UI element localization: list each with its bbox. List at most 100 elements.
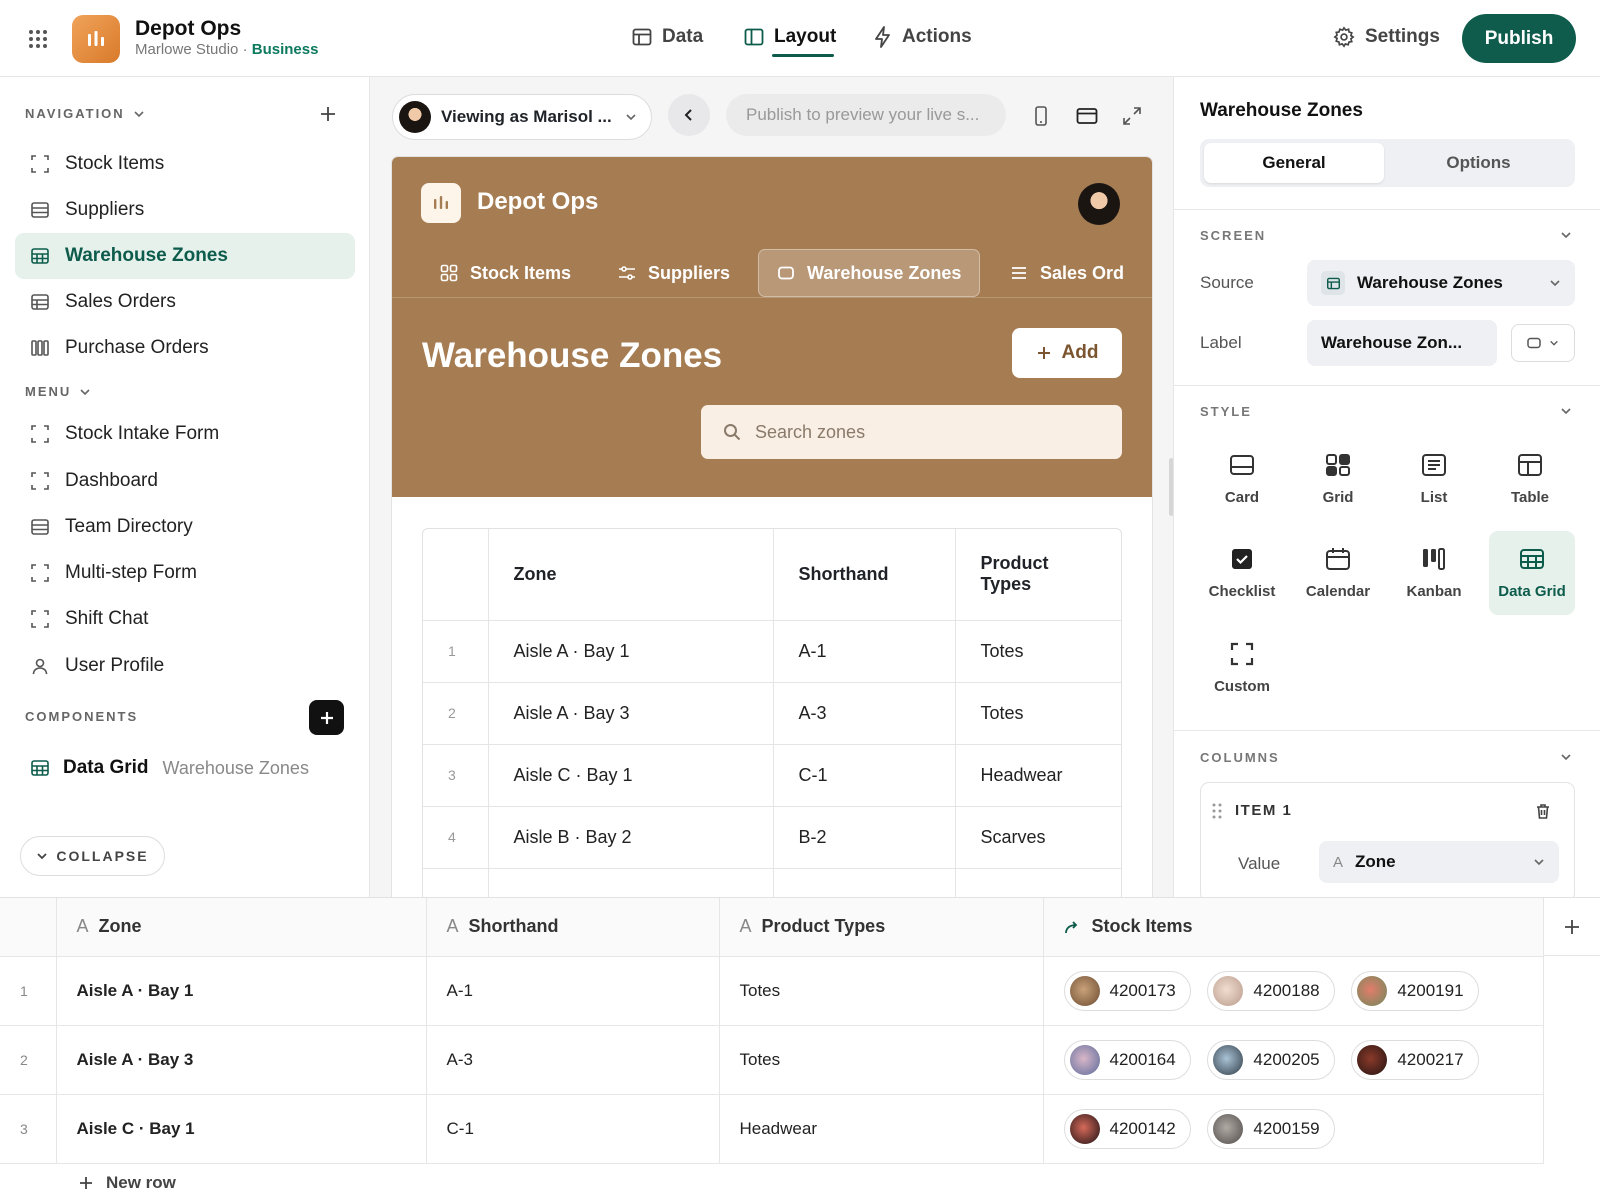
table-row[interactable]: 3 Aisle C · Bay 1 C-1 Headwear: [423, 744, 1121, 807]
style-option-grid[interactable]: Grid: [1295, 437, 1381, 521]
label-icon-picker[interactable]: [1511, 324, 1575, 362]
style-option-custom[interactable]: Custom: [1199, 626, 1285, 710]
preview-avatar[interactable]: [1078, 183, 1120, 225]
stock-item-chip[interactable]: 4200173: [1063, 970, 1191, 1011]
sidebar-item-dashboard[interactable]: Dashboard: [15, 458, 355, 504]
data-grid-icon: [1519, 547, 1545, 571]
sidebar-item-multi-step-form[interactable]: Multi-step Form: [15, 550, 355, 596]
collapse-button[interactable]: COLLAPSE: [20, 836, 165, 876]
grid-header-shorthand[interactable]: A Shorthand: [426, 898, 720, 957]
label-label: Label: [1200, 333, 1242, 352]
style-option-checklist[interactable]: Checklist: [1199, 531, 1285, 615]
style-option-data-grid[interactable]: Data Grid: [1489, 531, 1575, 615]
column-header[interactable]: Product Types: [955, 529, 1121, 621]
table-row[interactable]: 2 Aisle A · Bay 3 A-3 Totes: [423, 682, 1121, 745]
sidebar-item-team-directory[interactable]: Team Directory: [15, 504, 355, 550]
stock-item-chip[interactable]: 4200217: [1351, 1039, 1479, 1080]
chevron-down-icon: [133, 108, 145, 120]
table-icon: [1517, 453, 1543, 477]
new-row-button[interactable]: New row: [78, 1173, 176, 1193]
stock-item-chip[interactable]: 4200188: [1207, 970, 1335, 1011]
tab-general[interactable]: General: [1204, 143, 1384, 183]
add-column-button[interactable]: [1544, 898, 1600, 956]
style-option-kanban[interactable]: Kanban: [1391, 531, 1477, 615]
tab-options[interactable]: Options: [1386, 143, 1571, 183]
tab-data[interactable]: Data: [632, 26, 703, 48]
columns-section-header[interactable]: COLUMNS: [1200, 750, 1280, 765]
chevron-down-icon[interactable]: [1560, 405, 1572, 417]
viewing-as-dropdown[interactable]: Viewing as Marisol ...: [392, 94, 652, 140]
table-row[interactable]: 1 Aisle A · Bay 1 A-1 Totes 4200173 4200…: [0, 956, 1544, 1026]
plus-icon: [320, 711, 333, 724]
preview-tab-stock-items[interactable]: Stock Items: [440, 249, 571, 297]
style-option-card[interactable]: Card: [1199, 437, 1285, 521]
source-select[interactable]: Warehouse Zones: [1307, 260, 1575, 306]
square-icon: [777, 264, 795, 282]
column-header[interactable]: Zone: [488, 529, 774, 621]
grid-table-icon: [31, 759, 49, 777]
chevron-down-icon[interactable]: [1560, 229, 1572, 241]
avatar: [399, 101, 431, 133]
component-item-data-grid[interactable]: Data Grid Warehouse Zones: [31, 757, 309, 779]
preview-tab-suppliers[interactable]: Suppliers: [618, 249, 730, 297]
stock-items-cell[interactable]: 4200142 4200159: [1043, 1094, 1544, 1164]
app-grid-icon[interactable]: [28, 29, 48, 49]
style-option-list[interactable]: List: [1391, 437, 1477, 521]
table-row[interactable]: 1 Aisle A · Bay 1 A-1 Totes: [423, 620, 1121, 683]
chevron-down-icon: [1549, 277, 1561, 289]
value-select[interactable]: A Zone: [1319, 841, 1559, 883]
drag-handle-icon[interactable]: [1212, 803, 1222, 819]
table-row[interactable]: 3 Aisle C · Bay 1 C-1 Headwear 4200142 4…: [0, 1094, 1544, 1164]
mobile-view-icon[interactable]: [1032, 106, 1050, 126]
menu-section-header[interactable]: MENU: [25, 384, 91, 399]
grid-header-zone[interactable]: A Zone: [56, 898, 427, 957]
sidebar-item-shift-chat[interactable]: Shift Chat: [15, 596, 355, 642]
stock-item-chip[interactable]: 4200205: [1207, 1039, 1335, 1080]
preview-tab-warehouse-zones[interactable]: Warehouse Zones: [758, 249, 981, 297]
column-header[interactable]: Shorthand: [773, 529, 956, 621]
stock-item-chip[interactable]: 4200142: [1063, 1108, 1191, 1149]
sidebar-item-sales-orders[interactable]: Sales Orders: [15, 279, 355, 325]
expand-icon[interactable]: [1122, 106, 1142, 126]
tab-actions[interactable]: Actions: [874, 26, 972, 48]
sidebar-item-stock-items[interactable]: Stock Items: [15, 141, 355, 187]
style-section-header[interactable]: STYLE: [1200, 404, 1252, 419]
stock-items-cell[interactable]: 4200173 4200188 4200191: [1043, 956, 1544, 1026]
search-input[interactable]: Search zones: [701, 405, 1122, 459]
table-row[interactable]: [423, 868, 1121, 897]
kanban-icon: [31, 339, 49, 357]
sidebar-item-warehouse-zones[interactable]: Warehouse Zones: [15, 233, 355, 279]
desktop-view-icon[interactable]: [1076, 106, 1098, 126]
sidebar-item-stock-intake-form[interactable]: Stock Intake Form: [15, 411, 355, 457]
stock-item-chip[interactable]: 4200191: [1351, 970, 1479, 1011]
stock-item-chip[interactable]: 4200159: [1207, 1108, 1335, 1149]
app-icon[interactable]: [72, 15, 120, 63]
preview-tab-sales-orders[interactable]: Sales Ord: [1010, 249, 1124, 297]
table-row[interactable]: 4 Aisle B · Bay 2 B-2 Scarves: [423, 806, 1121, 869]
sidebar-item-user-profile[interactable]: User Profile: [15, 643, 355, 689]
add-component-button[interactable]: [309, 700, 344, 735]
stock-items-cell[interactable]: 4200164 4200205 4200217: [1043, 1025, 1544, 1095]
bolt-icon: [874, 26, 892, 48]
settings-button[interactable]: Settings: [1333, 26, 1440, 48]
label-input[interactable]: Warehouse Zon...: [1307, 320, 1497, 366]
chevron-down-icon[interactable]: [1560, 751, 1572, 763]
screen-section-header[interactable]: SCREEN: [1200, 228, 1266, 243]
grid-header-product-types[interactable]: A Product Types: [719, 898, 1044, 957]
publish-button[interactable]: Publish: [1462, 14, 1576, 63]
stock-item-chip[interactable]: 4200164: [1063, 1039, 1191, 1080]
trash-icon[interactable]: [1536, 803, 1550, 819]
menu-icon: [1010, 264, 1028, 282]
tab-layout[interactable]: Layout: [744, 26, 836, 57]
add-navigation-icon[interactable]: [318, 104, 338, 124]
style-option-table[interactable]: Table: [1487, 437, 1573, 521]
sidebar-item-purchase-orders[interactable]: Purchase Orders: [15, 325, 355, 371]
preview-url-bar[interactable]: Publish to preview your live s...: [726, 94, 1006, 136]
add-button[interactable]: Add: [1012, 328, 1122, 378]
style-option-calendar[interactable]: Calendar: [1295, 531, 1381, 615]
table-row[interactable]: 2 Aisle A · Bay 3 A-3 Totes 4200164 4200…: [0, 1025, 1544, 1095]
sidebar-item-suppliers[interactable]: Suppliers: [15, 187, 355, 233]
back-button[interactable]: [668, 94, 710, 136]
navigation-section-header[interactable]: NAVIGATION: [25, 106, 145, 121]
grid-header-stock-items[interactable]: Stock Items: [1043, 898, 1544, 957]
